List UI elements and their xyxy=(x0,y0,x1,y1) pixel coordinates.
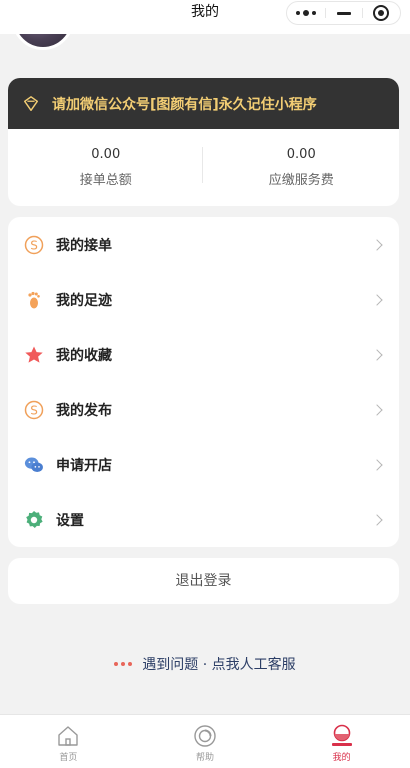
tab-label: 首页 xyxy=(59,753,78,763)
stat-order-total[interactable]: 0.00 接单总额 xyxy=(8,129,204,206)
stat-label: 应缴服务费 xyxy=(268,173,334,188)
menu-item-open-shop[interactable]: 申请开店 xyxy=(8,437,399,492)
menu-item-label: 我的足迹 xyxy=(56,292,112,309)
chevron-right-icon xyxy=(371,458,383,471)
menu-item-label: 申请开店 xyxy=(56,457,112,474)
minimize-icon xyxy=(336,11,351,15)
navigation-bar: 我的 xyxy=(0,0,410,34)
help-text: 遇到问题 · 点我人工客服 xyxy=(142,657,296,673)
promo-banner[interactable]: 请加微信公众号[图颜有信]永久记住小程序 xyxy=(8,78,399,129)
menu-item-settings[interactable]: 设置 xyxy=(8,492,399,547)
more-dots-icon xyxy=(114,662,133,666)
help-icon xyxy=(193,724,217,748)
coin-s-icon: S xyxy=(24,235,44,255)
menu-item-footprints[interactable]: 我的足迹 xyxy=(8,272,399,327)
tab-label: 帮助 xyxy=(196,753,215,763)
svg-text:S: S xyxy=(30,238,38,252)
minimize-button[interactable] xyxy=(324,2,363,24)
menu-card: S 我的接单 我的足迹 我的收藏 S 我的发布 申请开店 设置 xyxy=(8,217,399,547)
stat-value: 0.00 xyxy=(91,147,121,162)
mini-program-capsule xyxy=(286,1,401,25)
stats-card: 请加微信公众号[图颜有信]永久记住小程序 0.00 接单总额 0.00 应缴服务… xyxy=(8,78,399,206)
diamond-icon xyxy=(23,95,39,111)
wechat-icon xyxy=(24,455,44,475)
logout-button[interactable]: 退出登录 xyxy=(8,558,399,604)
target-icon xyxy=(373,5,390,21)
footprint-icon xyxy=(24,290,44,310)
profile-icon xyxy=(330,724,354,748)
tab-mine[interactable]: 我的 xyxy=(273,715,410,768)
home-icon xyxy=(56,724,80,748)
chevron-right-icon xyxy=(371,238,383,251)
star-icon xyxy=(24,345,44,365)
menu-item-my-orders[interactable]: S 我的接单 xyxy=(8,217,399,272)
gear-icon xyxy=(24,510,44,530)
coin-s-icon: S xyxy=(24,400,44,420)
menu-item-label: 我的接单 xyxy=(56,237,112,254)
svg-text:S: S xyxy=(30,403,38,417)
menu-item-label: 我的发布 xyxy=(56,402,112,419)
menu-item-label: 设置 xyxy=(56,512,84,529)
close-capsule-button[interactable] xyxy=(362,2,400,24)
tab-label: 我的 xyxy=(332,753,351,763)
promo-text: 请加微信公众号[图颜有信]永久记住小程序 xyxy=(52,96,317,113)
chevron-right-icon xyxy=(371,293,383,306)
chevron-right-icon xyxy=(371,403,383,416)
stat-service-fee[interactable]: 0.00 应缴服务费 xyxy=(204,129,400,206)
divider xyxy=(202,147,203,183)
menu-item-label: 我的收藏 xyxy=(56,347,112,364)
stat-label: 接单总额 xyxy=(79,173,132,188)
menu-item-favorites[interactable]: 我的收藏 xyxy=(8,327,399,382)
customer-service-link[interactable]: 遇到问题 · 点我人工客服 xyxy=(0,653,410,675)
stats-row: 0.00 接单总额 0.00 应缴服务费 xyxy=(8,129,399,206)
chevron-right-icon xyxy=(371,348,383,361)
more-button[interactable] xyxy=(287,2,325,24)
stat-value: 0.00 xyxy=(286,147,316,162)
tab-bar: 首页 帮助 我的 xyxy=(0,714,410,768)
tab-help[interactable]: 帮助 xyxy=(137,715,274,768)
more-dots-icon xyxy=(295,10,316,16)
tab-home[interactable]: 首页 xyxy=(0,715,137,768)
chevron-right-icon xyxy=(371,513,383,526)
menu-item-my-posts[interactable]: S 我的发布 xyxy=(8,382,399,437)
